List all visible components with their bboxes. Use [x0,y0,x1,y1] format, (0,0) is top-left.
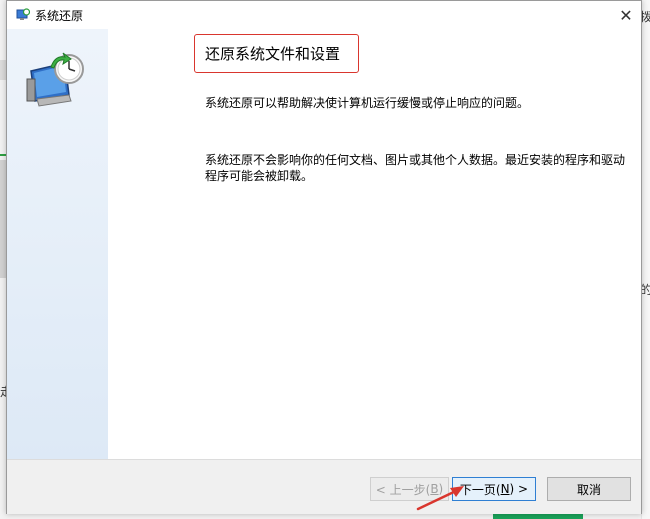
annotation-arrow [416,486,464,511]
system-restore-icon [26,52,84,107]
description-text-1: 系统还原可以帮助解决使计算机运行缓慢或停止响应的问题。 [205,96,530,110]
description-text-2: 系统还原不会影响你的任何文档、图片或其他个人数据。最近安装的程序和驱动程序可能会… [205,153,626,183]
background-green-bar [493,514,583,519]
background-right-panel [641,0,650,519]
next-button-key: N [500,482,510,496]
window-title: 系统还原 [35,9,84,23]
system-restore-icon [16,8,30,20]
next-button-tail: ) > [509,482,529,496]
title-bar: 系统还原 ✕ [7,1,641,29]
close-icon: ✕ [619,5,633,25]
cancel-button-label: 取消 [576,482,601,497]
wizard-footer: < 上一步(B) 下一页(N) > 取消 [7,459,641,514]
cancel-button[interactable]: 取消 [547,477,631,501]
page-heading: 还原系统文件和设置 [205,45,341,63]
wizard-sidebar [7,29,108,459]
close-button[interactable]: ✕ [611,1,641,29]
system-restore-dialog: 系统还原 ✕ 还原系统文件和设置 系统还原可以帮助解决使计算机运行缓慢或停止响应… [6,0,642,514]
wizard-content: 还原系统文件和设置 系统还原可以帮助解决使计算机运行缓慢或停止响应的问题。 系统… [108,29,641,459]
